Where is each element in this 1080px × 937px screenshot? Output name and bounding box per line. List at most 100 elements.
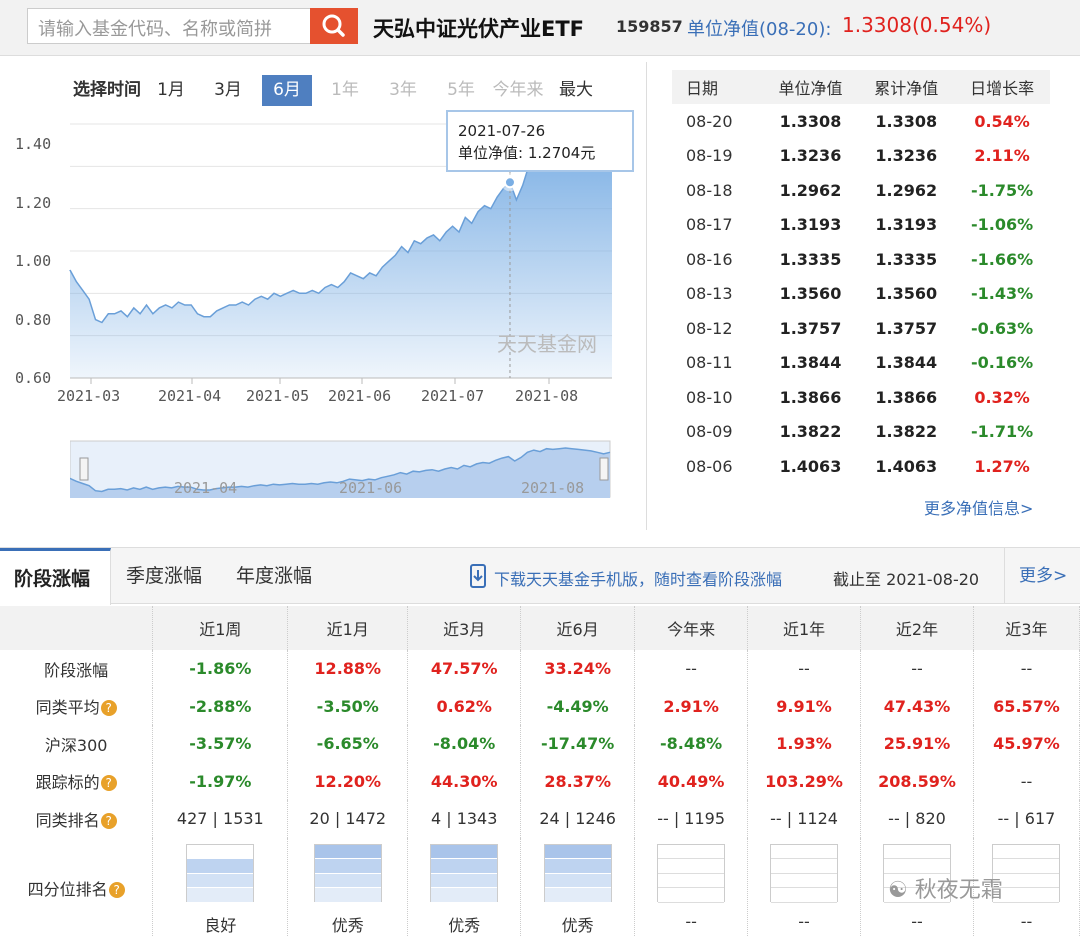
- quartile-bar: [770, 843, 839, 903]
- tab-quarterly-return[interactable]: 季度涨幅: [126, 548, 202, 604]
- nav-table-cell: 1.3822: [875, 422, 938, 442]
- nav-table-header: 单位净值: [762, 70, 859, 104]
- quartile-cell: --: [634, 837, 749, 937]
- period-cell: 12.20%: [287, 762, 409, 800]
- quartile-bar: [657, 843, 726, 903]
- nav-table-cell: 1.3236: [875, 146, 938, 166]
- wechat-icon: ☯: [888, 878, 908, 903]
- nav-table-cell: 1.4063: [779, 456, 842, 476]
- period-row-label: 同类排名?: [0, 800, 154, 838]
- period-cell: -- | 617: [973, 800, 1080, 838]
- quartile-bar: [543, 843, 612, 903]
- download-app-link[interactable]: 下载天天基金手机版，随时查看阶段涨幅: [494, 566, 782, 590]
- nav-table-header: 日期: [672, 70, 763, 104]
- tab-period-return[interactable]: 阶段涨幅: [0, 548, 111, 605]
- period-cell: 2.91%: [634, 687, 749, 725]
- period-cell: 4 | 1343: [407, 800, 522, 838]
- nav-table-cell: 08-11: [686, 353, 733, 373]
- period-cell: 65.57%: [973, 687, 1080, 725]
- nav-table-cell: 08-20: [686, 111, 733, 131]
- nav-table-cell: 0.32%: [974, 387, 1030, 407]
- row-label-text: 同类平均: [35, 698, 100, 718]
- help-icon[interactable]: ?: [100, 700, 117, 717]
- period-cell: -1.86%: [152, 650, 289, 688]
- period-row: 同类排名? 427 | 1531 20 | 1472 4 | 1343 24 | 124…: [0, 800, 1080, 838]
- nav-table-row: 08-20 1.3308 1.3308 0.54%: [672, 104, 1050, 139]
- quartile-bar: [186, 843, 255, 903]
- quartile-bar: [313, 843, 382, 903]
- quartile-cell: 优秀: [407, 837, 522, 937]
- row-label-text: 阶段涨幅: [44, 660, 109, 680]
- top-bar: 请输入基金代码、名称或简拼 天弘中证光伏产业ETF 159857 单位净值(08…: [0, 0, 1080, 56]
- period-header: 近6月: [520, 606, 636, 650]
- nav-table-cell: -1.75%: [971, 180, 1034, 200]
- nav-table-cell: 1.27%: [974, 456, 1030, 476]
- row-label-text: 沪深300: [44, 735, 108, 755]
- nav-table-cell: 1.3757: [875, 318, 938, 338]
- help-icon[interactable]: ?: [100, 775, 117, 792]
- period-cell: 44.30%: [407, 762, 522, 800]
- quartile-text: --: [1020, 911, 1033, 931]
- period-row-label: 同类平均?: [0, 687, 154, 725]
- period-row-label: 沪深300: [0, 725, 154, 763]
- phone-download-icon: [470, 564, 486, 588]
- quartile-text: 良好: [204, 915, 237, 935]
- quartile-text: --: [798, 911, 810, 931]
- period-header: 近1月: [287, 606, 409, 650]
- tooltip-date: 2021-07-26: [458, 122, 546, 140]
- y-tick-label: 1.00: [15, 252, 52, 271]
- period-cell: 208.59%: [860, 762, 974, 800]
- nav-table-cell: 1.2962: [779, 180, 842, 200]
- more-performance-link[interactable]: 更多>: [1004, 548, 1080, 604]
- search-button[interactable]: [310, 8, 358, 44]
- help-icon[interactable]: ?: [108, 881, 125, 898]
- nav-table-cell: 08-13: [686, 284, 733, 304]
- nav-table-cell: 1.3844: [875, 353, 938, 373]
- period-cell: 1.93%: [747, 725, 862, 763]
- nav-table-cell: 1.3866: [875, 387, 938, 407]
- chart-watermark: 天天基金网: [497, 332, 597, 356]
- search-input[interactable]: 请输入基金代码、名称或简拼: [27, 8, 311, 44]
- period-cell: -- | 1124: [747, 800, 862, 838]
- quartile-text: 优秀: [448, 915, 481, 935]
- period-cell: 427 | 1531: [152, 800, 289, 838]
- period-cell: -1.97%: [152, 762, 289, 800]
- period-cell: -8.48%: [634, 725, 749, 763]
- y-tick-label: 1.40: [15, 135, 52, 154]
- period-header: 近1年: [747, 606, 862, 650]
- navigator-handle[interactable]: [79, 457, 89, 481]
- nav-table-cell: -1.06%: [971, 215, 1034, 235]
- period-cell: 9.91%: [747, 687, 862, 725]
- navigator-handle[interactable]: [599, 457, 609, 481]
- nav-value: 1.3308(0.54%): [842, 13, 992, 37]
- nav-table-cell: 08-18: [686, 180, 733, 200]
- nav-table-cell: 08-10: [686, 387, 733, 407]
- nav-table-cell: 1.3335: [875, 249, 938, 269]
- nav-table-row: 08-11 1.3844 1.3844 -0.16%: [672, 346, 1050, 381]
- nav-table-cell: 08-16: [686, 249, 733, 269]
- nav-table-cell: 1.3335: [779, 249, 842, 269]
- tooltip-label: 单位净值:: [458, 144, 524, 162]
- period-cell: 24 | 1246: [520, 800, 636, 838]
- quartile-text: --: [685, 911, 697, 931]
- navigator-tick-label: 2021-08: [521, 479, 585, 497]
- nav-table-cell: -1.71%: [971, 422, 1034, 442]
- nav-table-cell: 08-09: [686, 422, 733, 442]
- period-cell: 47.43%: [860, 687, 974, 725]
- period-header: 近3年: [973, 606, 1080, 650]
- period-header: [0, 606, 154, 650]
- period-cell: 47.57%: [407, 650, 522, 688]
- period-cell: 40.49%: [634, 762, 749, 800]
- fund-name: 天弘中证光伏产业ETF: [373, 17, 585, 41]
- nav-table-cell: 1.3757: [779, 318, 842, 338]
- period-header: 今年来: [634, 606, 749, 650]
- period-cell: 20 | 1472: [287, 800, 409, 838]
- nav-table-cell: 2.11%: [974, 146, 1030, 166]
- help-icon[interactable]: ?: [100, 812, 117, 829]
- nav-table-row: 08-16 1.3335 1.3335 -1.66%: [672, 242, 1050, 277]
- tab-annual-return[interactable]: 年度涨幅: [236, 548, 312, 604]
- more-nav-link[interactable]: 更多净值信息>: [924, 495, 1033, 519]
- period-cell: 103.29%: [747, 762, 862, 800]
- row-label-text: 四分位排名: [27, 879, 108, 899]
- period-row-label: 阶段涨幅: [0, 650, 154, 688]
